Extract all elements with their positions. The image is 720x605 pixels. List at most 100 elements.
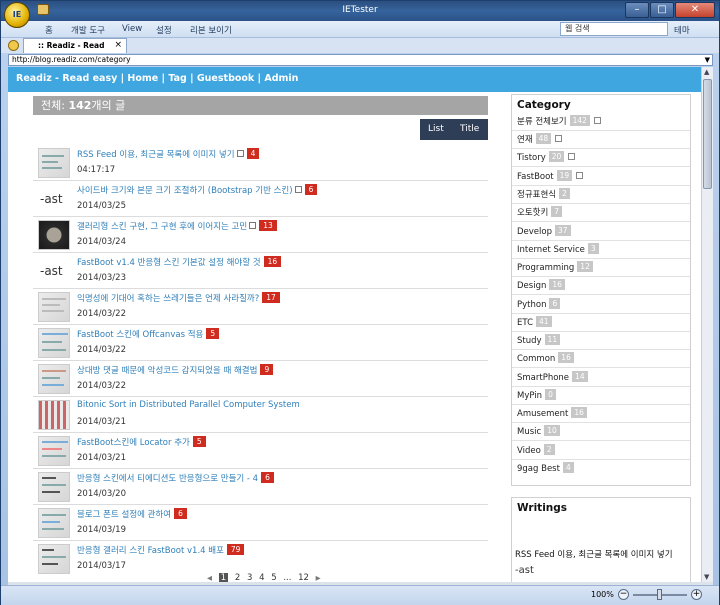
maximize-button[interactable]: □ xyxy=(650,2,674,18)
category-item[interactable]: Music 10 xyxy=(512,423,690,442)
post-thumbnail[interactable] xyxy=(38,364,70,394)
category-item[interactable]: Develop 37 xyxy=(512,223,690,242)
category-item[interactable]: 오토핫키 7 xyxy=(512,204,690,223)
scroll-thumb[interactable] xyxy=(703,79,712,189)
page-link-current[interactable]: 1 xyxy=(218,573,229,582)
nav-tag[interactable]: Tag xyxy=(168,73,186,84)
menu-settings[interactable]: 설정 xyxy=(156,24,172,36)
category-item[interactable]: Internet Service 3 xyxy=(512,241,690,260)
post-title-link[interactable]: Bitonic Sort in Distributed Parallel Com… xyxy=(77,400,300,410)
post-thumbnail[interactable] xyxy=(38,328,70,358)
comment-badge[interactable]: 79 xyxy=(226,544,245,555)
next-page-icon[interactable]: ▶ xyxy=(316,574,321,582)
post-title-link[interactable]: FastBoot v1.4 반응형 스킨 기본값 설정 해야할 것 xyxy=(77,258,261,268)
page-link[interactable]: 12 xyxy=(298,573,309,582)
zoom-out-icon[interactable]: − xyxy=(618,589,629,600)
category-item[interactable]: Common 16 xyxy=(512,350,690,369)
post-thumbnail[interactable]: -ast xyxy=(38,184,70,214)
post-title-link[interactable]: 사이드바 크기와 본문 크기 조절하기 (Bootstrap 기반 스킨) xyxy=(77,186,293,196)
post-title-link[interactable]: 반응형 갤러리 스킨 FastBoot v1.4 배포 xyxy=(77,546,224,556)
category-item[interactable]: 9gag Best 4 xyxy=(512,460,690,478)
zoom-in-icon[interactable]: + xyxy=(691,589,702,600)
page-link[interactable]: 2 xyxy=(235,573,240,582)
category-item[interactable]: Design 16 xyxy=(512,277,690,296)
post-thumbnail[interactable] xyxy=(38,472,70,502)
category-item[interactable]: Amusement 16 xyxy=(512,405,690,424)
menu-dev-tools[interactable]: 개발 도구 xyxy=(71,24,105,36)
chevron-down-icon[interactable]: ▼ xyxy=(705,55,710,65)
category-item[interactable]: FastBoot 19 xyxy=(512,168,690,187)
post-title-link[interactable]: 상대방 댓글 때문에 악성코드 감지되었을 때 해결법 xyxy=(77,366,257,376)
menu-home[interactable]: 홈 xyxy=(45,24,53,36)
comment-badge[interactable]: 9 xyxy=(260,364,274,375)
post-title-link[interactable]: 반응형 스킨에서 티에디션도 반응형으로 만들기 - 4 xyxy=(77,474,258,484)
post-thumbnail[interactable] xyxy=(38,436,70,466)
post-thumbnail[interactable] xyxy=(38,292,70,322)
menu-ribbon-toggle[interactable]: 리본 보이기 xyxy=(190,24,232,36)
comment-badge[interactable]: 5 xyxy=(192,436,206,447)
category-item[interactable]: 분류 전체보기 142 xyxy=(512,113,690,132)
comment-badge[interactable]: 6 xyxy=(304,184,318,195)
post-thumbnail[interactable] xyxy=(38,508,70,538)
post-thumbnail[interactable]: -ast xyxy=(38,256,70,286)
prev-page-icon[interactable]: ◀ xyxy=(207,574,212,582)
post-title-link[interactable]: FastBoot 스킨에 Offcanvas 적용 xyxy=(77,330,203,340)
page-link[interactable]: 5 xyxy=(271,573,276,582)
post-title-link[interactable]: RSS Feed 이용, 최근글 목록에 이미지 넣기 xyxy=(77,150,235,160)
minimize-button[interactable]: – xyxy=(625,2,649,18)
menu-view[interactable]: View xyxy=(122,24,142,34)
page-link[interactable]: 3 xyxy=(247,573,252,582)
comment-badge[interactable]: 6 xyxy=(261,472,274,483)
ie-tab-icon[interactable] xyxy=(8,40,19,51)
post-thumbnail[interactable] xyxy=(38,544,70,574)
post-thumbnail[interactable] xyxy=(38,400,70,430)
folder-icon[interactable] xyxy=(37,4,49,15)
rss-icon[interactable] xyxy=(576,172,584,179)
comment-badge[interactable]: 17 xyxy=(262,292,280,303)
comment-badge[interactable]: 6 xyxy=(174,508,187,519)
post-thumbnail[interactable] xyxy=(38,148,70,178)
post-title-link[interactable]: 갤러리형 스킨 구현, 그 구현 후에 이어지는 고민 xyxy=(77,222,247,232)
category-item[interactable]: Tistory 20 xyxy=(512,149,690,168)
view-list-button[interactable]: List xyxy=(428,119,444,140)
category-item[interactable]: ETC 41 xyxy=(512,314,690,333)
post-thumbnail[interactable] xyxy=(38,220,70,250)
web-search-input[interactable]: 웹 검색 xyxy=(560,22,668,36)
post-title-link[interactable]: 익명성에 기대어 혹하는 쓰레기들은 언제 사라질까? xyxy=(77,294,259,304)
page-link[interactable]: 4 xyxy=(259,573,264,582)
writings-item[interactable]: RSS Feed 이용, 최근글 목록에 이미지 넣기 xyxy=(515,548,673,560)
post-title-link[interactable]: FastBoot스킨에 Locator 추가 xyxy=(77,438,190,448)
category-item[interactable]: Study 11 xyxy=(512,332,690,351)
nav-admin[interactable]: Admin xyxy=(264,73,298,84)
nav-home[interactable]: Home xyxy=(127,73,158,84)
rss-icon[interactable] xyxy=(593,117,601,124)
tab-readiz[interactable]: :: Readiz - Read easy × xyxy=(23,38,127,63)
scroll-down-icon[interactable]: ▼ xyxy=(704,573,709,581)
tab-close-icon[interactable]: × xyxy=(114,39,122,52)
comment-badge[interactable]: 5 xyxy=(206,328,220,339)
category-item[interactable]: MyPin 0 xyxy=(512,387,690,406)
rss-icon[interactable] xyxy=(568,153,576,160)
category-item[interactable]: Video 2 xyxy=(512,442,690,461)
nav-guestbook[interactable]: Guestbook xyxy=(197,73,254,84)
close-button[interactable]: ✕ xyxy=(675,2,715,18)
vertical-scrollbar[interactable]: ▲ ▼ xyxy=(701,67,713,582)
address-bar[interactable]: http://blog.readiz.com/category ▼ xyxy=(8,54,713,66)
comment-badge[interactable]: 13 xyxy=(259,220,277,231)
app-logo-icon[interactable]: IE xyxy=(4,2,30,28)
post-title-link[interactable]: 블로그 폰트 설정에 관하여 xyxy=(77,510,171,520)
theme-menu[interactable]: 테마 xyxy=(674,24,690,36)
nav-site-title[interactable]: Readiz - Read easy xyxy=(16,73,117,84)
view-title-button[interactable]: Title xyxy=(460,119,479,140)
category-item[interactable]: 정규표현식 2 xyxy=(512,186,690,205)
comment-badge[interactable]: 16 xyxy=(263,256,282,267)
comment-badge[interactable]: 4 xyxy=(246,148,260,159)
category-item[interactable]: Python 6 xyxy=(512,296,690,315)
category-item[interactable]: Programming 12 xyxy=(512,259,690,278)
rss-icon[interactable] xyxy=(555,135,563,142)
writings-thumbnail[interactable]: -ast xyxy=(515,564,543,578)
category-item[interactable]: SmartPhone 14 xyxy=(512,369,690,388)
category-item[interactable]: 연재 48 xyxy=(512,131,690,150)
scroll-up-icon[interactable]: ▲ xyxy=(704,68,709,76)
zoom-slider-thumb[interactable] xyxy=(657,589,662,600)
